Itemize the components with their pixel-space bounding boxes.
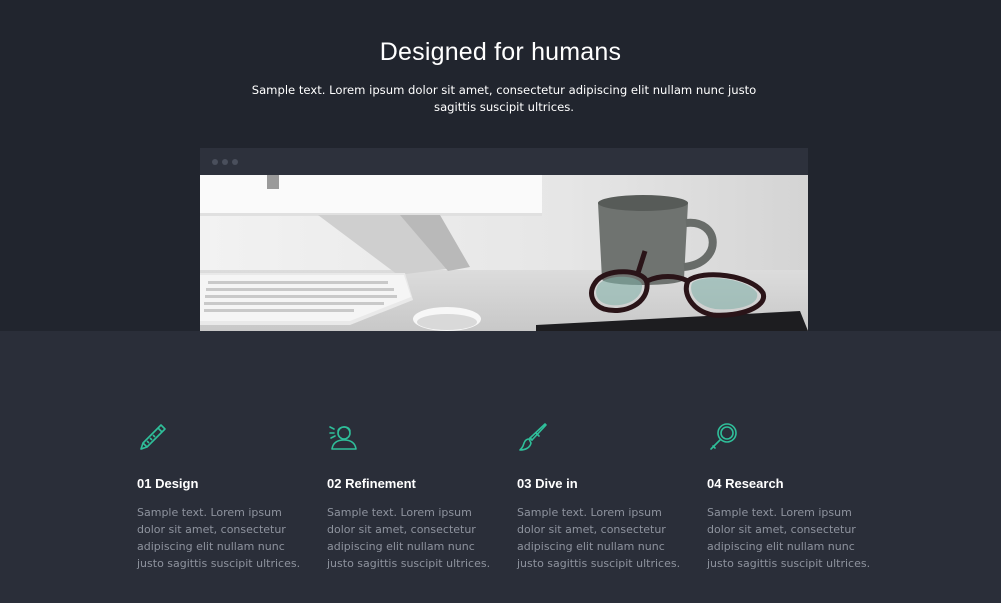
- window-dot: [222, 159, 228, 165]
- hero-title: Designed for humans: [379, 38, 622, 66]
- hero-text: Sample text. Lorem ipsum dolor sit amet,…: [251, 83, 757, 114]
- pencil-icon: [140, 424, 166, 450]
- feature-title: 04 Research: [707, 476, 784, 491]
- feature-text: Sample text. Lorem ipsum dolor sit amet,…: [517, 506, 681, 570]
- hero-section: Designed for humans Sample text. Lorem i…: [0, 0, 1001, 331]
- feature-text: Sample text. Lorem ipsum dolor sit amet,…: [327, 506, 491, 570]
- features-section: 01 Design Sample text. Lorem ipsum dolor…: [0, 331, 1001, 603]
- feature-title: 01 Design: [137, 476, 199, 491]
- feature-text: Sample text. Lorem ipsum dolor sit amet,…: [137, 506, 301, 570]
- feature-text: Sample text. Lorem ipsum dolor sit amet,…: [707, 506, 871, 570]
- desk-photo: [200, 175, 808, 331]
- person-icon: [329, 426, 357, 450]
- magnifier-icon: [710, 423, 737, 450]
- window-dot: [232, 159, 238, 165]
- window-dot: [212, 159, 218, 165]
- feature-title: 03 Dive in: [517, 476, 578, 491]
- brush-icon: [519, 423, 547, 451]
- window-title-bar: [200, 148, 808, 175]
- feature-title: 02 Refinement: [327, 476, 416, 491]
- browser-window-mockup: [200, 148, 808, 331]
